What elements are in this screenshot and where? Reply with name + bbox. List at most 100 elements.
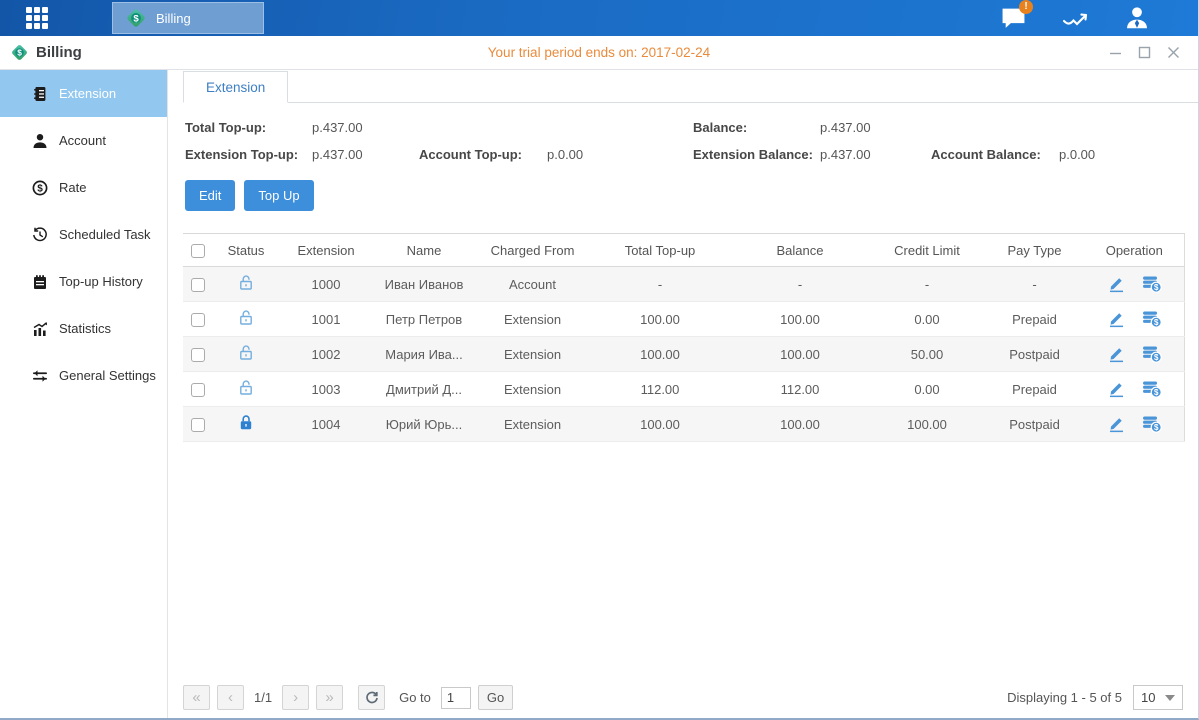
sidebar-item-topup-history[interactable]: Top-up History: [0, 258, 167, 305]
cell-balance: 100.00: [730, 337, 870, 372]
refresh-icon[interactable]: [358, 685, 385, 710]
svg-text:$: $: [1154, 318, 1159, 327]
cell-extension: 1004: [279, 407, 373, 442]
top-up-coins-icon[interactable]: $: [1142, 310, 1162, 328]
top-navigation-bar: $ Billing !: [0, 0, 1198, 36]
sidebar-item-label: Top-up History: [59, 274, 143, 289]
notepad-icon: [31, 273, 48, 290]
tab-extension[interactable]: Extension: [183, 71, 288, 103]
edit-pencil-icon[interactable]: [1107, 380, 1125, 398]
ledger-icon: [31, 85, 48, 102]
sidebar-item-statistics[interactable]: Statistics: [0, 305, 167, 352]
page-indicator: 1/1: [254, 690, 272, 705]
top-up-coins-icon[interactable]: $: [1142, 275, 1162, 293]
sidebar-item-account[interactable]: Account: [0, 117, 167, 164]
lock-open-icon: [238, 379, 254, 396]
cell-name: Петр Петров: [373, 302, 475, 337]
sidebar-item-general-settings[interactable]: General Settings: [0, 352, 167, 399]
top-up-button[interactable]: Top Up: [244, 180, 313, 211]
row-checkbox[interactable]: [191, 278, 205, 292]
cell-extension: 1003: [279, 372, 373, 407]
billing-diamond-icon: $: [125, 7, 147, 29]
row-checkbox[interactable]: [191, 418, 205, 432]
tab-strip: Extension: [183, 70, 1198, 103]
main-panel: Extension Total Top-up: p.437.00 Balance…: [168, 70, 1198, 718]
edit-pencil-icon[interactable]: [1107, 345, 1125, 363]
window-title-bar: $ Billing Your trial period ends on: 201…: [0, 36, 1198, 70]
cell-balance: 100.00: [730, 407, 870, 442]
window-controls: [1108, 46, 1198, 60]
table-row: 1001 Петр Петров Extension 100.00 100.00…: [183, 302, 1184, 337]
sidebar-item-extension[interactable]: Extension: [0, 70, 167, 117]
column-header-credit-limit: Credit Limit: [870, 234, 984, 267]
person-icon: [31, 132, 48, 149]
user-account-icon[interactable]: [1124, 5, 1150, 31]
last-page-icon[interactable]: »: [316, 685, 343, 710]
app-window: $ Billing !: [0, 0, 1199, 720]
cell-balance: 100.00: [730, 302, 870, 337]
topbar-right-icons: !: [1000, 5, 1198, 31]
sidebar-item-rate[interactable]: $ Rate: [0, 164, 167, 211]
table-row: 1003 Дмитрий Д... Extension 112.00 112.0…: [183, 372, 1184, 407]
cell-pay-type: Postpaid: [984, 337, 1085, 372]
row-checkbox[interactable]: [191, 313, 205, 327]
table-row: 1004 Юрий Юрь... Extension 100.00 100.00…: [183, 407, 1184, 442]
svg-text:$: $: [133, 13, 139, 24]
dollar-circle-icon: $: [31, 179, 48, 196]
select-all-checkbox[interactable]: [191, 244, 205, 258]
extension-balance-value: p.437.00: [820, 147, 931, 162]
cell-balance: 112.00: [730, 372, 870, 407]
bar-chart-icon: [31, 320, 48, 337]
cell-credit-limit: 0.00: [870, 302, 984, 337]
column-header-balance: Balance: [730, 234, 870, 267]
extension-topup-value: p.437.00: [312, 147, 419, 162]
resource-monitor-chart-icon[interactable]: [1062, 5, 1088, 31]
top-up-coins-icon[interactable]: $: [1142, 415, 1162, 433]
sidebar-item-label: Account: [59, 133, 106, 148]
top-up-coins-icon[interactable]: $: [1142, 345, 1162, 363]
edit-pencil-icon[interactable]: [1107, 415, 1125, 433]
column-header-total-topup: Total Top-up: [590, 234, 730, 267]
cell-name: Мария Ива...: [373, 337, 475, 372]
goto-page-input[interactable]: [441, 687, 471, 709]
previous-page-icon[interactable]: ‹: [217, 685, 244, 710]
chevron-down-icon: [1165, 695, 1175, 701]
cell-charged-from: Extension: [475, 372, 590, 407]
top-up-coins-icon[interactable]: $: [1142, 380, 1162, 398]
page-size-select[interactable]: 10: [1133, 685, 1183, 710]
cell-total-topup: -: [590, 267, 730, 302]
minimize-icon[interactable]: [1108, 46, 1122, 60]
row-checkbox[interactable]: [191, 348, 205, 362]
first-page-icon[interactable]: «: [183, 685, 210, 710]
billing-tab-label: Billing: [156, 11, 191, 26]
cell-pay-type: -: [984, 267, 1085, 302]
go-button[interactable]: Go: [478, 685, 513, 710]
maximize-icon[interactable]: [1137, 46, 1151, 60]
column-header-name: Name: [373, 234, 475, 267]
apps-grid-icon[interactable]: [0, 0, 74, 36]
column-header-pay-type: Pay Type: [984, 234, 1085, 267]
sidebar-item-scheduled-task[interactable]: Scheduled Task: [0, 211, 167, 258]
column-header-operation: Operation: [1085, 234, 1184, 267]
notifications-chat-icon[interactable]: !: [1000, 5, 1026, 31]
billing-app-tab[interactable]: $ Billing: [112, 2, 264, 34]
edit-pencil-icon[interactable]: [1107, 310, 1125, 328]
edit-pencil-icon[interactable]: [1107, 275, 1125, 293]
next-page-icon[interactable]: ›: [282, 685, 309, 710]
svg-text:$: $: [1154, 388, 1159, 397]
cell-charged-from: Extension: [475, 337, 590, 372]
total-topup-value: p.437.00: [312, 120, 419, 135]
account-topup-value: p.0.00: [547, 147, 693, 162]
cell-total-topup: 100.00: [590, 337, 730, 372]
app-diamond-icon: $: [10, 43, 29, 62]
close-icon[interactable]: [1166, 46, 1180, 60]
history-clock-icon: [31, 226, 48, 243]
cell-extension: 1000: [279, 267, 373, 302]
balance-summary: Total Top-up: p.437.00 Balance: p.437.00…: [185, 120, 1198, 162]
edit-button[interactable]: Edit: [185, 180, 235, 211]
page-title: Billing: [36, 44, 82, 61]
sidebar-item-label: Extension: [59, 86, 116, 101]
row-checkbox[interactable]: [191, 383, 205, 397]
cell-name: Юрий Юрь...: [373, 407, 475, 442]
balance-label: Balance:: [693, 120, 820, 135]
